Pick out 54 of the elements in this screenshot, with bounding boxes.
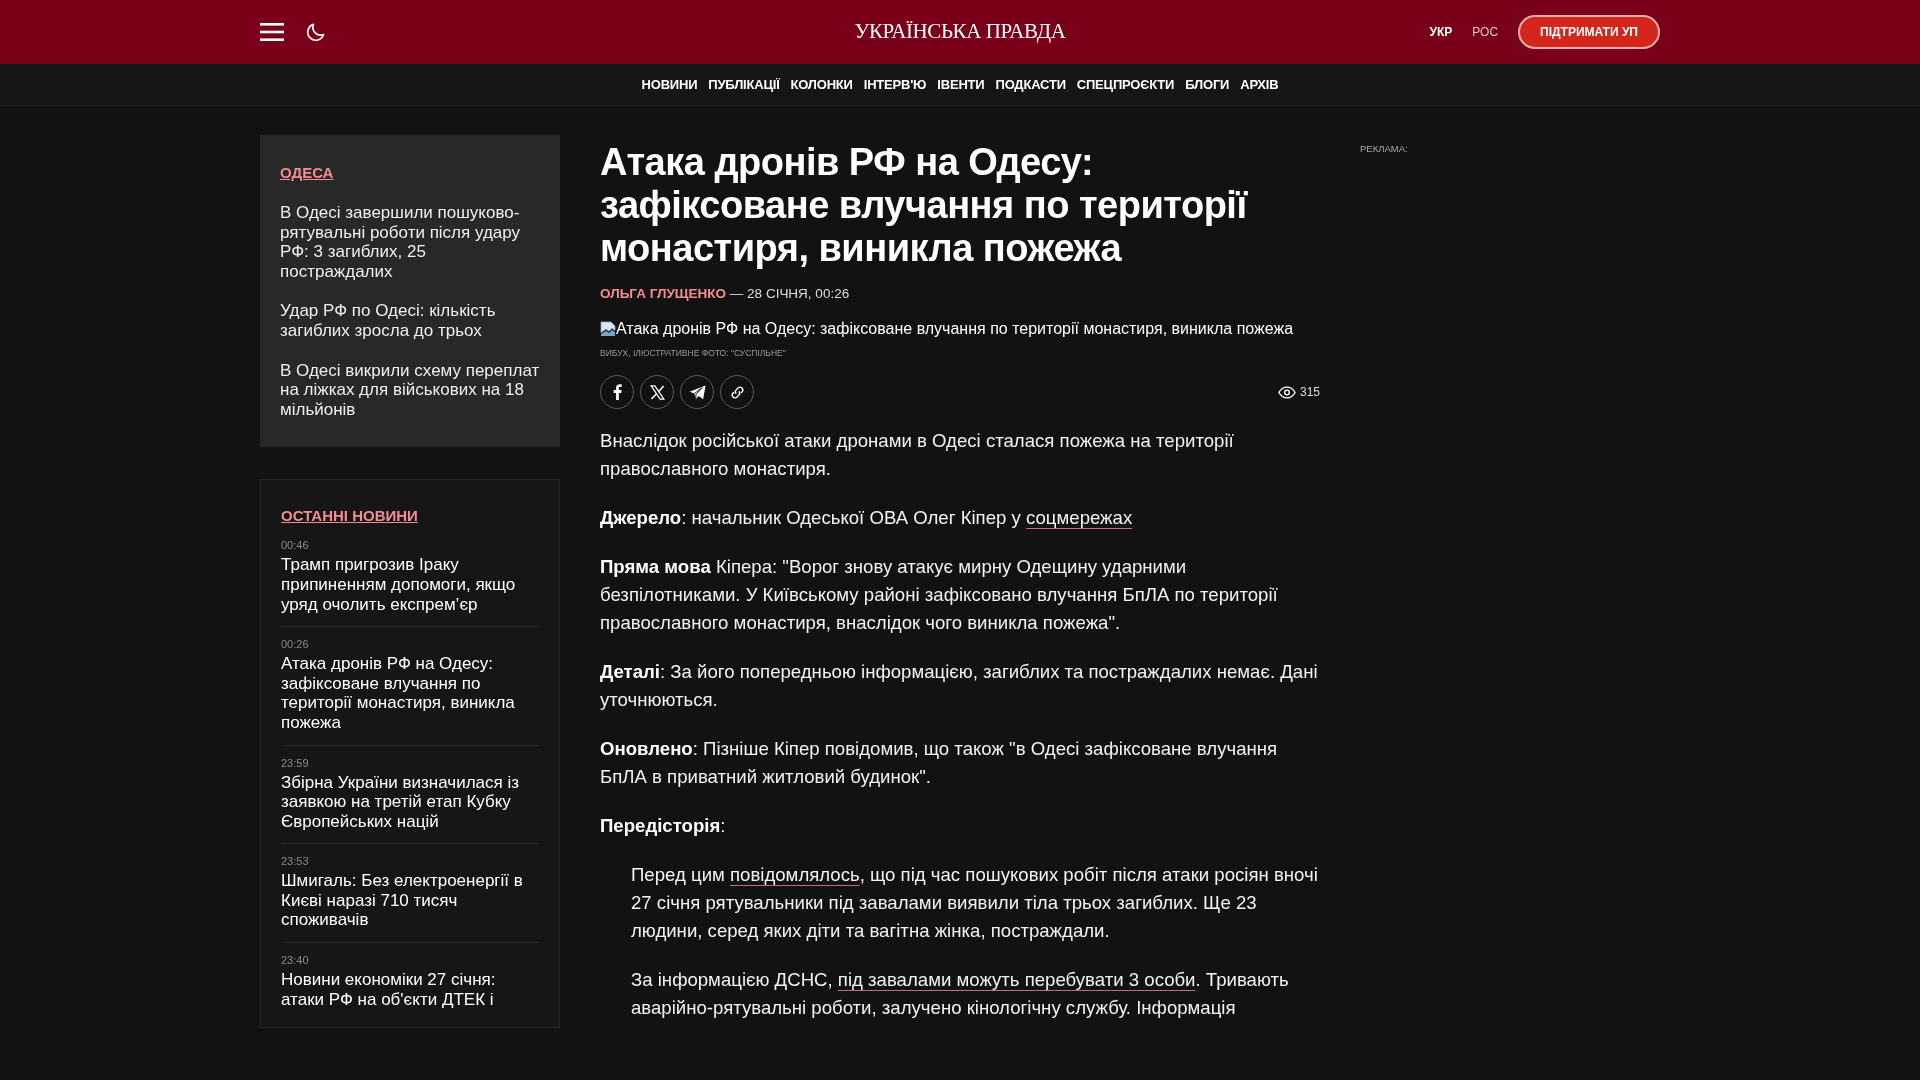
news-time: 00:26 xyxy=(281,637,309,652)
article-link[interactable]: під завалами можуть перебувати 3 особи xyxy=(837,969,1196,990)
article-paragraph: Деталі: За його попередньою інформацією, загиблих та постраждалих немає. Дані уточнюються. xyxy=(600,660,1319,712)
menu-icon[interactable] xyxy=(260,23,284,41)
news-time: 00:46 xyxy=(281,538,309,553)
chain-link-icon xyxy=(729,384,745,400)
moon-icon[interactable] xyxy=(306,22,325,42)
news-link[interactable]: Атака дронів РФ на Одесу: зафіксоване влучання по території монастиря, виникла пожежа xyxy=(281,654,539,733)
nav-link[interactable]: АРХІВ xyxy=(1240,74,1279,95)
news-time: 23:59 xyxy=(281,755,309,770)
article-link[interactable]: повідомлялось xyxy=(730,864,860,885)
article-paragraph: Джерело: начальник Одеської ОВА Олег Кіпер у соцмережах xyxy=(600,506,1134,530)
news-link[interactable]: Трамп пригрозив Іраку припиненням допомоги, якщо уряд очолить експрем’єр xyxy=(281,555,539,615)
article-date: — 28 СІЧНЯ, 00:26 xyxy=(729,286,850,301)
nav-link[interactable]: БЛОГИ xyxy=(1185,74,1230,95)
eye-icon xyxy=(1277,385,1296,399)
article-paragraph: Перед цим повідомлялось, що під час пошукових робіт після атаки росіян вночі 27 січня рятувальники під завалами виявили тіла трьох загиблих. Ще 23 людини, серед яких діти та вагітна жінка, постраждали. xyxy=(630,863,1319,943)
nav-link[interactable]: ПУБЛІКАЦІЇ xyxy=(708,74,780,95)
article-paragraph: За інформацією ДСНС, під завалами можуть перебувати 3 особи. Тривають аварійно-рятувальні роботи, залучено кінологічну службу. Інформація xyxy=(630,968,1290,1020)
nav-link[interactable]: СПЕЦПРОЄКТИ xyxy=(1076,74,1175,95)
section-title[interactable]: ОДЕСА xyxy=(280,163,334,183)
section-title[interactable]: ОСТАННІ НОВИНИ xyxy=(281,506,418,527)
news-time: 23:40 xyxy=(281,953,309,968)
photo-caption: ВИБУХ, ІЛЮСТРАТИВНЕ ФОТО: "СУСПІЛЬНЕ" xyxy=(600,347,786,359)
article-title: Атака дронів РФ на Одесу: зафіксоване влучання по території монастиря, виникла пожежа xyxy=(600,141,1249,270)
x-icon xyxy=(649,384,665,400)
news-link[interactable]: Шмигаль: Без електроенергії в Києві наразі 710 тисяч споживачів xyxy=(281,871,539,931)
news-link[interactable]: В Одесі завершили пошуково-рятувальні роботи після удару РФ: 3 загиблих, 25 постраждалих xyxy=(280,203,540,282)
image-alt-text: Атака дронів РФ на Одесу: зафіксоване влучання по території монастиря, виникла пожежа xyxy=(616,319,1294,339)
site-logo[interactable]: УКРАЇНСЬКА ПРАВДА xyxy=(854,16,1066,48)
article-paragraph: Оновлено: Пізніше Кіпер повідомив, що також "в Одесі зафіксоване влучання БпЛА в приватний житловий будинок". xyxy=(600,737,1279,789)
nav-link[interactable]: НОВИНИ xyxy=(641,74,698,95)
article-link[interactable]: соцмережах xyxy=(1026,507,1133,528)
news-link[interactable]: Удар РФ по Одесі: кількість загиблих зросла до трьох xyxy=(280,301,540,341)
letter-f-icon xyxy=(612,384,622,400)
news-time: 23:53 xyxy=(281,854,309,869)
broken-image-icon xyxy=(600,321,616,337)
view-count: 315 xyxy=(1299,384,1320,401)
news-link[interactable]: В Одесі викрили схему переплат на ліжках для військових на 18 мільйонів xyxy=(280,360,540,420)
nav-link[interactable]: ІНТЕРВ'Ю xyxy=(863,74,927,95)
nav-link[interactable]: КОЛОНКИ xyxy=(790,74,853,95)
paper-plane-icon xyxy=(688,384,706,400)
nav-link[interactable]: ПОДКАСТИ xyxy=(995,74,1066,95)
ad-label: РЕКЛАМА: xyxy=(1360,142,1408,156)
support-button[interactable]: ПІДТРИМАТИ УП xyxy=(1518,15,1660,49)
nav-link[interactable]: ІВЕНТИ xyxy=(937,74,985,95)
author-link[interactable]: ОЛЬГА ГЛУЩЕНКО xyxy=(600,286,727,301)
news-link[interactable]: Збірна України визначилася із заявкою на третій етап Кубку Європейських націй xyxy=(281,772,539,832)
news-link[interactable]: Новини економіки 27 січня: атаки РФ на об'єкти ДТЕК і xyxy=(281,970,539,1010)
article-paragraph: Передісторія: xyxy=(600,814,727,838)
article-paragraph: Пряма мова Кіпера: "Ворог знову атакує мирну Одещину ударними безпілотниками. У Київському районі зафіксовано влучання БпЛА по території православного монастиря, внаслідок чого виникла пожежа". xyxy=(600,555,1279,635)
language-link[interactable]: УКР xyxy=(1429,23,1453,41)
article-paragraph: Внаслідок російської атаки дронами в Одесі сталася пожежа на території православного монастиря. xyxy=(600,429,1235,481)
language-link[interactable]: РОС xyxy=(1472,23,1499,41)
